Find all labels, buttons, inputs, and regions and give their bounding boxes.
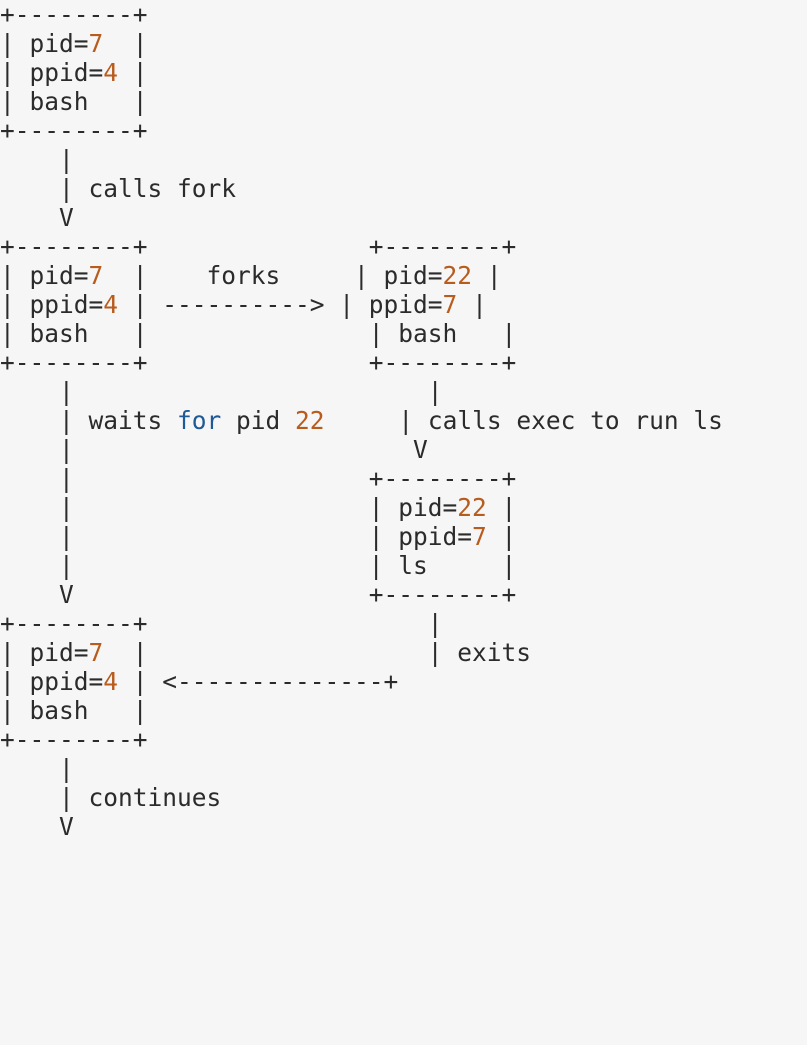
- process-fork-exec-diagram: +--------+ | pid=7 | | ppid=4 | | bash | +--…: [0, 0, 807, 841]
- text-segment: V: [0, 203, 74, 232]
- number-token: 7: [88, 261, 104, 290]
- text-segment: | +--------+: [0, 464, 517, 493]
- text-segment: V +--------+: [0, 580, 517, 609]
- number-token: 4: [103, 58, 119, 87]
- text-segment: | V: [0, 435, 428, 464]
- diagram-line: | bash |: [0, 87, 807, 116]
- text-segment: | ppid=: [0, 667, 104, 696]
- diagram-line: |: [0, 754, 807, 783]
- text-segment: |: [472, 261, 502, 290]
- text-segment: | ----------> | ppid=: [118, 290, 443, 319]
- diagram-line: +--------+ |: [0, 609, 807, 638]
- number-token: 7: [472, 522, 487, 551]
- diagram-line: | pid=7 | forks | pid=22 |: [0, 261, 807, 290]
- diagram-line: | continues: [0, 783, 807, 812]
- text-segment: |: [103, 29, 148, 58]
- text-segment: | | pid=: [0, 493, 458, 522]
- number-token: 7: [88, 29, 104, 58]
- text-segment: | ppid=: [0, 290, 104, 319]
- text-segment: | continues: [0, 783, 222, 812]
- number-token: 22: [457, 493, 487, 522]
- diagram-line: | calls fork: [0, 174, 807, 203]
- diagram-line: +--------+ +--------+: [0, 232, 807, 261]
- text-segment: +--------+ +--------+: [0, 348, 517, 377]
- text-segment: |: [457, 290, 487, 319]
- number-token: 7: [442, 290, 458, 319]
- text-segment: pid: [221, 406, 296, 435]
- diagram-line: V +--------+: [0, 580, 807, 609]
- diagram-line: | |: [0, 377, 807, 406]
- diagram-line: +--------+: [0, 116, 807, 145]
- diagram-line: | ppid=4 | <--------------+: [0, 667, 807, 696]
- diagram-line: | pid=7 |: [0, 29, 807, 58]
- text-segment: | bash |: [0, 696, 148, 725]
- diagram-line: +--------+: [0, 725, 807, 754]
- text-segment: V: [0, 812, 74, 841]
- diagram-line: | ppid=4 |: [0, 58, 807, 87]
- text-segment: |: [118, 58, 148, 87]
- text-segment: | calls exec to run ls: [324, 406, 723, 435]
- text-segment: +--------+: [0, 116, 148, 145]
- text-segment: | waits: [0, 406, 178, 435]
- diagram-line: |: [0, 145, 807, 174]
- number-token: 7: [88, 638, 104, 667]
- text-segment: | ppid=: [0, 58, 104, 87]
- diagram-line: | ppid=4 | ----------> | ppid=7 |: [0, 290, 807, 319]
- number-token: 4: [103, 667, 119, 696]
- text-segment: +--------+: [0, 0, 148, 29]
- diagram-line: | pid=7 | | exits: [0, 638, 807, 667]
- number-token: 22: [442, 261, 473, 290]
- diagram-line: | +--------+: [0, 464, 807, 493]
- text-segment: | forks | pid=: [103, 261, 443, 290]
- diagram-line: | bash | | bash |: [0, 319, 807, 348]
- text-segment: | bash | | bash |: [0, 319, 517, 348]
- text-segment: | |: [0, 377, 443, 406]
- diagram-line: | waits for pid 22 | calls exec to run l…: [0, 406, 807, 435]
- diagram-line: +--------+ +--------+: [0, 348, 807, 377]
- diagram-line: | bash |: [0, 696, 807, 725]
- diagram-line: | V: [0, 435, 807, 464]
- text-segment: | pid=: [0, 638, 89, 667]
- text-segment: +--------+ +--------+: [0, 232, 517, 261]
- diagram-line: V: [0, 812, 807, 841]
- text-segment: | calls fork: [0, 174, 237, 203]
- text-segment: |: [0, 145, 74, 174]
- text-segment: |: [486, 493, 517, 522]
- text-segment: |: [0, 754, 74, 783]
- number-token: 22: [295, 406, 325, 435]
- text-segment: | bash |: [0, 87, 148, 116]
- diagram-line: +--------+: [0, 0, 807, 29]
- text-segment: | pid=: [0, 29, 89, 58]
- text-segment: | | ls |: [0, 551, 517, 580]
- diagram-line: | | ls |: [0, 551, 807, 580]
- text-segment: +--------+: [0, 725, 148, 754]
- number-token: 4: [103, 290, 119, 319]
- text-segment: | <--------------+: [118, 667, 399, 696]
- text-segment: |: [486, 522, 517, 551]
- keyword-token: for: [177, 406, 222, 435]
- diagram-line: | | pid=22 |: [0, 493, 807, 522]
- text-segment: | | exits: [103, 638, 532, 667]
- text-segment: +--------+ |: [0, 609, 443, 638]
- text-segment: | pid=: [0, 261, 89, 290]
- text-segment: | | ppid=: [0, 522, 473, 551]
- diagram-line: | | ppid=7 |: [0, 522, 807, 551]
- diagram-line: V: [0, 203, 807, 232]
